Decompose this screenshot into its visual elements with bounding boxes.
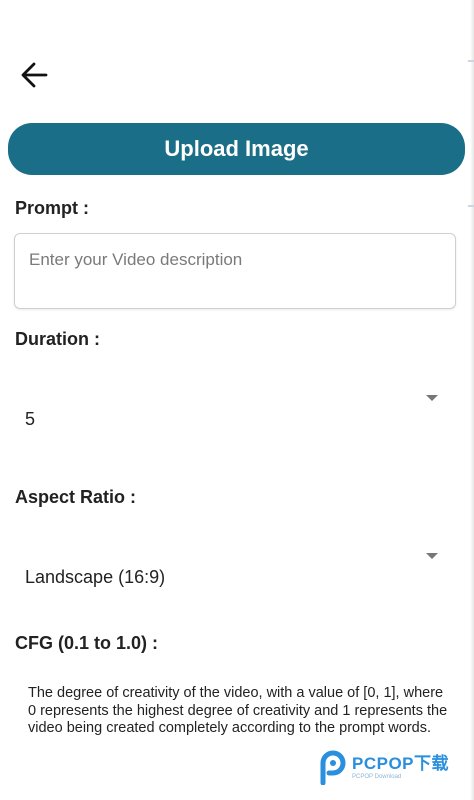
watermark-subtitle: PCPOP Download (352, 773, 402, 780)
prompt-input[interactable] (15, 234, 455, 308)
aspect-ratio-value: Landscape (16:9) (25, 567, 166, 587)
dropdown-arrow-icon (426, 553, 438, 559)
pcpop-logo-icon (320, 750, 346, 785)
pcpop-watermark: PCPOP下载 PCPOP Download (318, 746, 468, 788)
upload-image-button[interactable]: Upload Image (8, 123, 465, 175)
prompt-field-container (14, 233, 456, 309)
prompt-label: Prompt : (15, 198, 89, 218)
duration-value: 5 (25, 409, 36, 429)
cfg-label: CFG (0.1 to 1.0) : (15, 633, 159, 653)
dropdown-arrow-icon (426, 395, 438, 401)
cfg-description: The degree of creativity of the video, w… (28, 685, 448, 736)
screen-edge (470, 0, 474, 800)
edge-tick (468, 205, 474, 207)
duration-label: Duration : (15, 329, 100, 349)
aspect-ratio-label: Aspect Ratio : (15, 487, 137, 507)
edge-tick (468, 60, 474, 62)
app-screen: Upload Image Prompt : Duration : 5 Aspec… (0, 0, 474, 800)
duration-select[interactable]: 5 (14, 390, 444, 430)
arrow-left-icon (21, 62, 48, 88)
back-button[interactable] (16, 58, 52, 92)
aspect-ratio-select[interactable]: Landscape (16:9) (14, 548, 444, 588)
watermark-title: PCPOP下载 (352, 753, 450, 773)
